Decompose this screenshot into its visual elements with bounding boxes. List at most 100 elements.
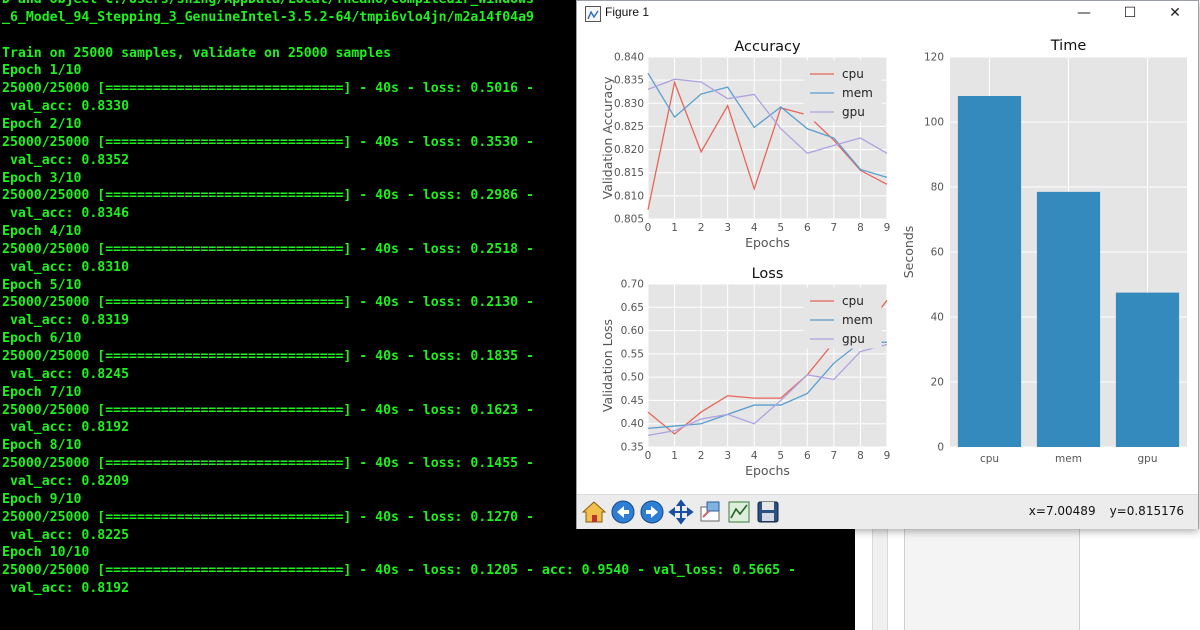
y-tick-label: 0.40: [621, 418, 644, 430]
y-tick-label: 0.815: [614, 167, 644, 179]
y-tick-label: 40: [931, 312, 944, 324]
terminal-line: val_acc: 0.8209: [2, 473, 130, 489]
y-tick-label: 0.60: [621, 325, 644, 337]
y-tick-label: 0.835: [614, 75, 644, 87]
y-tick-label: 0: [937, 442, 944, 454]
x-tick-label: 2: [698, 450, 705, 462]
zoom-button[interactable]: [697, 499, 723, 525]
terminal-line: val_acc: 0.8245: [2, 366, 130, 382]
terminal-line: 25000/25000 [===========================…: [2, 188, 534, 204]
coord-y: y=0.815176: [1109, 504, 1184, 518]
terminal-line: Train on 25000 samples, validate on 2500…: [2, 45, 392, 61]
navigation-toolbar: x=7.00489 y=0.815176: [577, 494, 1198, 529]
forward-button[interactable]: [639, 499, 665, 525]
forward-arrow-icon: [640, 500, 664, 524]
y-tick-label: 100: [924, 117, 944, 129]
terminal-line: val_acc: 0.8319: [2, 313, 130, 329]
terminal-line: 25000/25000 [===========================…: [2, 295, 534, 311]
back-button[interactable]: [610, 499, 636, 525]
terminal-line: 25000/25000 [===========================…: [2, 563, 796, 579]
background-panel: [904, 526, 1080, 630]
terminal-line: Epoch 2/10: [2, 116, 82, 132]
configure-subplots-button[interactable]: [726, 499, 752, 525]
x-tick-label: 9: [884, 450, 891, 462]
terminal-line: val_acc: 0.8192: [2, 420, 130, 436]
legend-label: cpu: [842, 67, 864, 81]
x-tick-label: 9: [884, 222, 891, 234]
chart-title: Time: [1050, 38, 1087, 54]
terminal-line: _6_Model_94_Stepping_3_GenuineIntel-3.5.…: [2, 9, 534, 25]
charts-svg[interactable]: 0 1 2 3 4 5 6 7 8 9 0.805 0.810 0.815 0.820 0.825 0.830…: [577, 26, 1198, 494]
home-button[interactable]: [581, 499, 607, 525]
terminal-line: Epoch 10/10: [2, 545, 90, 561]
y-tick-label: 60: [931, 247, 944, 259]
legend-label: mem: [842, 86, 873, 100]
terminal-line: Epoch 5/10: [2, 277, 82, 293]
terminal-line: 25000/25000 [===========================…: [2, 402, 534, 418]
home-icon: [581, 501, 607, 523]
y-tick-label: 0.840: [614, 52, 644, 64]
save-icon: [757, 501, 779, 523]
terminal-line: Epoch 4/10: [2, 224, 82, 240]
y-axis-label: Seconds: [901, 226, 916, 279]
terminal-line: D and object C:/Users/shing/AppData/Loca…: [2, 0, 534, 9]
y-tick-label: 0.35: [621, 442, 644, 454]
pan-button[interactable]: [668, 499, 694, 525]
x-tick-label: 5: [777, 222, 784, 234]
x-tick-label: 6: [804, 450, 811, 462]
terminal-line: Epoch 6/10: [2, 331, 82, 347]
x-tick-label: 5: [777, 450, 784, 462]
configure-subplots-icon: [728, 501, 750, 523]
x-tick-label: 3: [724, 222, 731, 234]
x-tick-label: 2: [698, 222, 705, 234]
y-tick-label: 0.50: [621, 372, 644, 384]
x-tick-label: 8: [857, 450, 864, 462]
window-title: Figure 1: [605, 5, 650, 19]
minimize-button[interactable]: —: [1061, 1, 1107, 26]
zoom-icon: [700, 501, 720, 522]
terminal-line: Epoch 3/10: [2, 170, 82, 186]
x-tick-label: 8: [857, 222, 864, 234]
chart-title: Loss: [752, 266, 784, 282]
x-tick-label: 0: [645, 222, 652, 234]
y-tick-label: 0.830: [614, 98, 644, 110]
title-bar[interactable]: Figure 1 — ☐ ✕: [577, 1, 1198, 26]
y-tick-label: 0.45: [621, 395, 644, 407]
terminal-line: val_acc: 0.8225: [2, 527, 130, 543]
y-tick-label: 0.820: [614, 144, 644, 156]
y-tick-label: 20: [931, 377, 944, 389]
legend-label: gpu: [842, 105, 865, 119]
terminal-line: val_acc: 0.8310: [2, 259, 130, 275]
y-tick-label: 0.805: [614, 214, 644, 226]
terminal-line: 25000/25000 [===========================…: [2, 81, 534, 97]
save-button[interactable]: [755, 499, 781, 525]
x-tick-label: 1: [671, 450, 678, 462]
y-tick-label: 0.810: [614, 190, 644, 202]
x-axis-label: Epochs: [745, 235, 790, 250]
y-axis-label: Validation Accuracy: [600, 76, 615, 199]
terminal-line: Epoch 8/10: [2, 438, 82, 454]
close-button[interactable]: ✕: [1152, 1, 1198, 26]
legend-label: mem: [842, 313, 873, 327]
terminal-line: 25000/25000 [===========================…: [2, 349, 534, 364]
cursor-coordinates: x=7.00489 y=0.815176: [1029, 504, 1184, 518]
x-tick-label: 0: [645, 450, 652, 462]
terminal-line: Epoch 7/10: [2, 384, 82, 400]
x-tick-label: mem: [1055, 453, 1082, 465]
y-tick-label: 0.65: [621, 302, 644, 314]
bar-cpu: [957, 96, 1022, 447]
maximize-button[interactable]: ☐: [1107, 1, 1153, 26]
x-tick-label: gpu: [1138, 453, 1158, 465]
terminal-line: 25000/25000 [===========================…: [2, 134, 534, 150]
figure-canvas[interactable]: 0 1 2 3 4 5 6 7 8 9 0.805 0.810 0.815 0.820 0.825 0.830…: [577, 26, 1198, 494]
legend-label: cpu: [842, 294, 864, 308]
coord-x: x=7.00489: [1028, 504, 1096, 518]
terminal-line: 25000/25000 [===========================…: [2, 509, 534, 525]
bar-mem: [1036, 191, 1101, 447]
x-tick-label: 3: [724, 450, 731, 462]
legend-label: gpu: [842, 332, 865, 346]
x-tick-label: 7: [831, 222, 838, 234]
back-arrow-icon: [611, 500, 635, 524]
x-tick-label: 7: [831, 450, 838, 462]
matplotlib-figure-window[interactable]: Figure 1 — ☐ ✕ 0 1 2 3 4 5 6 7 8 9 0.805 0.810 0.815…: [576, 0, 1199, 529]
